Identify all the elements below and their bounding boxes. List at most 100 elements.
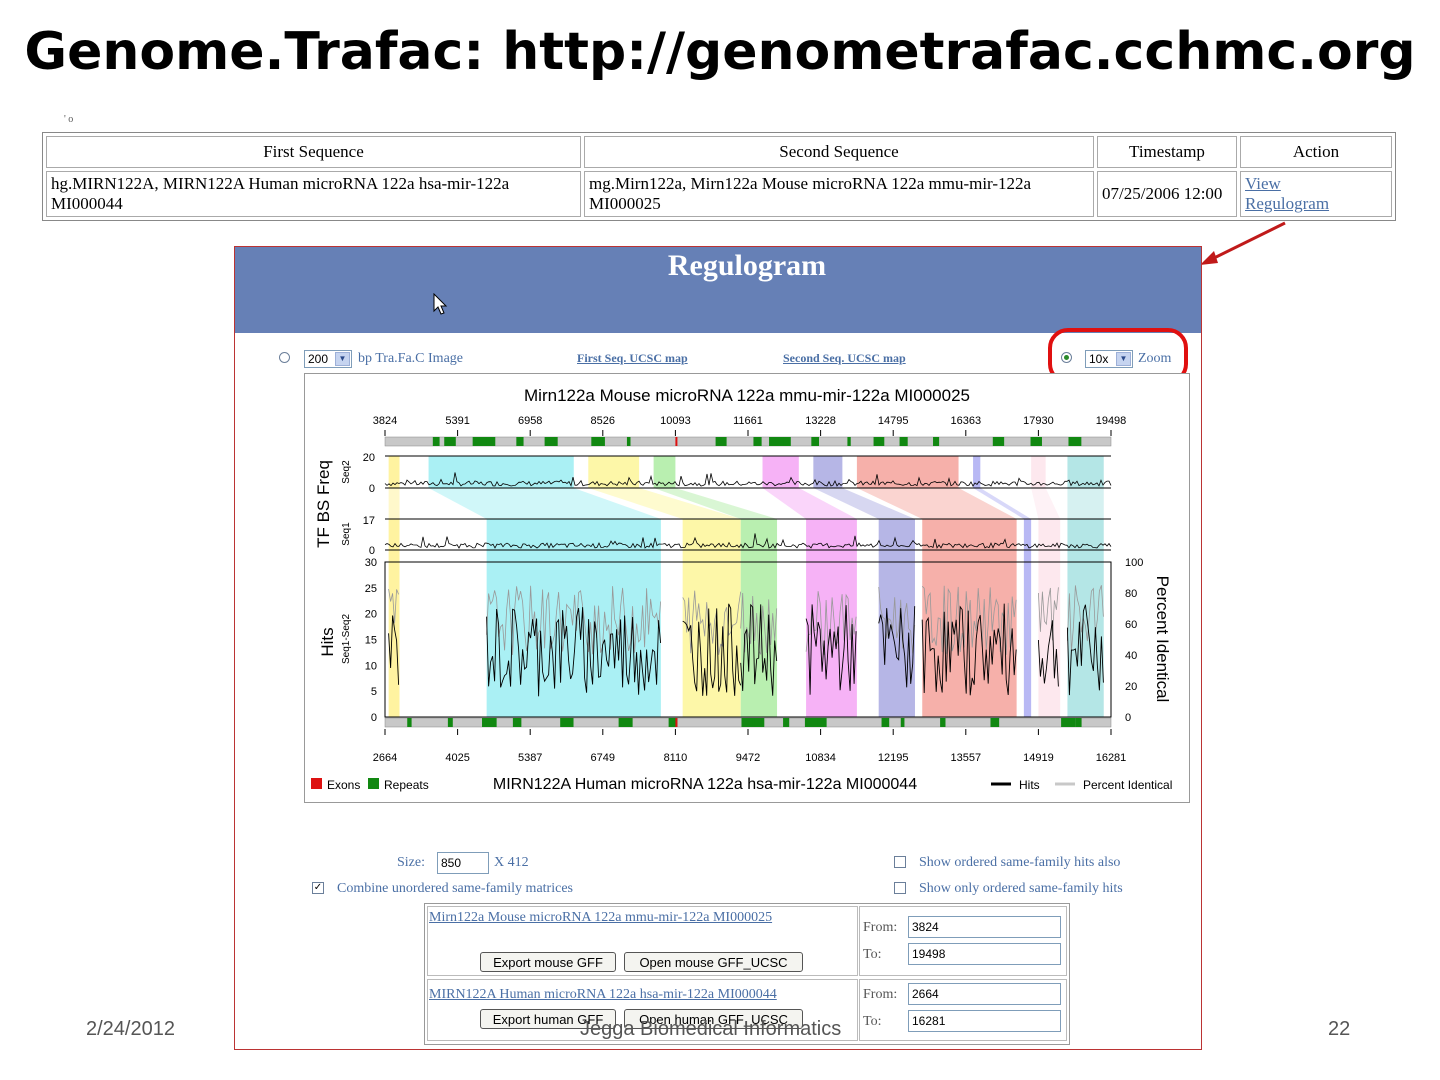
table-row: hg.MIRN122A, MIRN122A Human microRNA 122…: [46, 171, 1392, 217]
exon-mark: [675, 718, 678, 727]
hits-tick-label: 25: [365, 583, 377, 595]
bottom-axis-tick-label: 6749: [591, 752, 615, 764]
repeat-mark: [432, 437, 440, 446]
seq1-tick-label: 0: [369, 545, 375, 557]
combine-checkbox[interactable]: ✓: [312, 882, 324, 894]
bottom-axis-tick-label: 5387: [518, 752, 542, 764]
mouse-from-label: From:: [863, 920, 898, 935]
repeat-mark: [407, 718, 412, 727]
ordered-also-label: Show ordered same-family hits also: [919, 855, 1121, 870]
ordered-also-checkbox[interactable]: [894, 856, 906, 868]
connector-band: [1031, 488, 1061, 519]
mouse-seq-link[interactable]: Mirn122a Mouse microRNA 122a mmu-mir-122…: [429, 910, 772, 926]
export-mouse-gff-button[interactable]: Export mouse GFF: [480, 952, 616, 972]
human-to-input[interactable]: 16281: [908, 1010, 1061, 1032]
action-cell: View Regulogram: [1240, 171, 1392, 217]
repeat-mark: [933, 437, 940, 446]
top-axis-tick-label: 16363: [951, 415, 982, 427]
repeat-mark: [560, 718, 574, 727]
legend-percent-label: Percent Identical: [1083, 778, 1172, 792]
repeat-mark: [715, 437, 727, 446]
regulogram-title: Regulogram: [667, 249, 827, 282]
exon-mark: [675, 437, 678, 446]
bp-image-radio[interactable]: [279, 352, 290, 363]
slide-date: 2/24/2012: [86, 1018, 175, 1040]
human-from-input[interactable]: 2664: [908, 983, 1061, 1005]
bottom-axis-tick-label: 14919: [1023, 752, 1054, 764]
human-to-label: To:: [863, 1014, 882, 1029]
legend-repeats-swatch: [368, 778, 379, 789]
header-second-sequence: Second Sequence: [584, 136, 1094, 168]
hits-tick-label: 15: [365, 635, 377, 647]
repeat-mark: [544, 437, 555, 446]
seq1-tick-label: 17: [363, 515, 375, 527]
repeat-mark: [754, 718, 765, 727]
mouse-cursor-icon: [433, 293, 448, 315]
corner-mark: ' o: [64, 114, 74, 125]
header-action: Action: [1240, 136, 1392, 168]
repeat-mark: [769, 437, 784, 446]
legend-exons-swatch: [311, 778, 322, 789]
view-link[interactable]: View: [1245, 174, 1281, 193]
legend-hits-label: Hits: [1019, 778, 1040, 792]
header-timestamp: Timestamp: [1097, 136, 1237, 168]
hits-tick-label: 5: [371, 686, 377, 698]
header-first-sequence: First Sequence: [46, 136, 581, 168]
human-from-label: From:: [863, 987, 898, 1002]
mouse-to-label: To:: [863, 947, 882, 962]
mouse-from-input[interactable]: 3824: [908, 916, 1061, 938]
repeat-mark: [811, 437, 820, 446]
bp-select-value: 200: [308, 352, 329, 366]
hits-axis-label: Hits: [318, 627, 337, 656]
sequence-table: First Sequence Second Sequence Timestamp…: [42, 132, 1396, 221]
bottom-axis-tick-label: 9472: [736, 752, 760, 764]
seq2-block: [973, 456, 981, 488]
human-seq-link[interactable]: MIRN122A Human microRNA 122a hsa-mir-122…: [429, 987, 777, 1003]
open-mouse-gff-ucsc-button[interactable]: Open mouse GFF_UCSC: [624, 952, 803, 972]
repeat-mark: [447, 718, 453, 727]
bottom-axis-tick-label: 10834: [805, 752, 836, 764]
percent-tick-label: 20: [1125, 681, 1137, 693]
percent-identical-axis-label: Percent Identical: [1153, 576, 1172, 703]
mouse-to-input[interactable]: 19498: [908, 943, 1061, 965]
second-seq-ucsc-link[interactable]: Second Seq. UCSC map: [783, 351, 906, 366]
percent-tick-label: 60: [1125, 619, 1137, 631]
regulogram-link[interactable]: Regulogram: [1245, 194, 1329, 213]
repeat-mark: [990, 718, 1000, 727]
second-sequence-cell: mg.Mirn122a, Mirn122a Mouse microRNA 122…: [584, 171, 1094, 217]
tf-bs-freq-axis-label: TF BS Freq: [314, 460, 333, 548]
bottom-axis-tick-label: 2664: [373, 752, 397, 764]
top-axis-tick-label: 17930: [1023, 415, 1054, 427]
seq1-block: [1067, 519, 1104, 717]
chevron-down-icon: ▼: [335, 352, 350, 366]
regulogram-plot: Mirn122a Mouse microRNA 122a mmu-mir-122…: [311, 386, 1172, 793]
legend-exons-label: Exons: [327, 778, 360, 792]
first-sequence-cell: hg.MIRN122A, MIRN122A Human microRNA 122…: [46, 171, 581, 217]
repeat-mark: [1068, 437, 1082, 446]
hits-sub-axis-label: Seq1-Seq2: [341, 614, 352, 664]
seq2-tick-label: 20: [363, 452, 375, 464]
repeat-mark: [940, 718, 946, 727]
hits-tick-label: 20: [365, 609, 377, 621]
repeat-mark: [1061, 718, 1076, 727]
bottom-axis-tick-label: 13557: [951, 752, 982, 764]
repeat-mark: [741, 718, 753, 727]
repeat-mark: [472, 437, 487, 446]
size-input[interactable]: 850: [437, 852, 489, 874]
percent-tick-label: 0: [1125, 712, 1131, 724]
top-axis-tick-label: 10093: [660, 415, 691, 427]
repeat-mark: [444, 437, 456, 446]
seq1-block: [740, 519, 778, 717]
repeat-mark: [512, 718, 522, 727]
size-label: Size:: [397, 855, 425, 870]
seq2-axis-label: Seq2: [341, 460, 352, 484]
ordered-only-checkbox[interactable]: [894, 882, 906, 894]
seq1-block: [682, 519, 741, 717]
first-seq-ucsc-link[interactable]: First Seq. UCSC map: [577, 351, 688, 366]
size-suffix: X 412: [494, 855, 529, 870]
repeat-mark: [783, 718, 790, 727]
ordered-only-label: Show only ordered same-family hits: [919, 881, 1123, 896]
top-axis-tick-label: 13228: [805, 415, 836, 427]
seq2-tick-label: 0: [369, 483, 375, 495]
bp-select[interactable]: 200 ▼: [304, 350, 352, 368]
